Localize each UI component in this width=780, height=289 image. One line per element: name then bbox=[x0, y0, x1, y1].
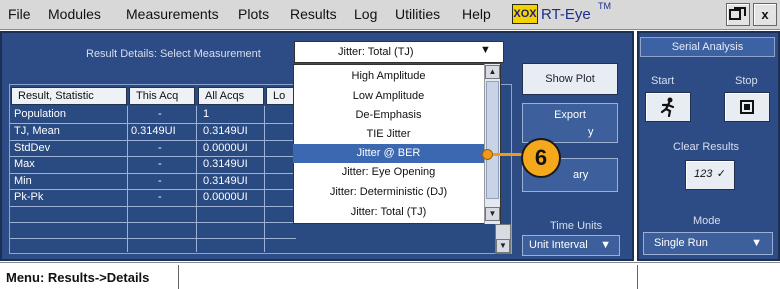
col-header-all-acqs[interactable]: All Acqs bbox=[198, 87, 264, 105]
menu-log[interactable]: Log bbox=[354, 6, 377, 22]
dropdown-option[interactable]: Jitter: Deterministic (DJ) bbox=[293, 183, 484, 202]
row-divider bbox=[10, 206, 296, 207]
clear-results-icon: 123 bbox=[693, 168, 713, 180]
menu-plots[interactable]: Plots bbox=[238, 6, 269, 22]
show-plot-button[interactable]: Show Plot bbox=[522, 63, 618, 95]
table-cell-all-acqs: 0.0000UI bbox=[203, 191, 248, 203]
status-text: Menu: Results->Details bbox=[6, 270, 150, 285]
menu-measurements[interactable]: Measurements bbox=[126, 6, 219, 22]
app-name: RT-Eye bbox=[541, 6, 591, 23]
restore-icon bbox=[729, 7, 746, 20]
stop-icon bbox=[740, 100, 754, 114]
table-cell-statistic: TJ, Mean bbox=[14, 125, 60, 137]
chevron-down-icon: ▼ bbox=[751, 237, 762, 249]
menu-file[interactable]: File bbox=[8, 6, 31, 22]
scroll-down-icon[interactable]: ▼ bbox=[485, 207, 500, 221]
scroll-up-icon[interactable]: ▲ bbox=[485, 65, 500, 79]
stop-button[interactable] bbox=[724, 92, 770, 122]
table-cell-this-acq: - bbox=[158, 108, 162, 120]
serial-analysis-title: Serial Analysis bbox=[640, 37, 775, 57]
export-label-partial: y bbox=[588, 126, 594, 138]
dropdown-option[interactable]: Jitter: Eye Opening bbox=[293, 163, 484, 182]
clear-results-button[interactable]: 123 ✓ bbox=[685, 160, 735, 190]
table-cell-this-acq: - bbox=[158, 175, 162, 187]
result-details-label: Result Details: Select Measurement bbox=[86, 48, 261, 60]
table-cell-this-acq: - bbox=[158, 142, 162, 154]
row-divider bbox=[10, 222, 296, 223]
callout-dot bbox=[482, 149, 493, 160]
menu-modules[interactable]: Modules bbox=[48, 6, 101, 22]
menu-utilities[interactable]: Utilities bbox=[395, 6, 440, 22]
col-header-low[interactable]: Lo bbox=[266, 87, 294, 105]
row-divider bbox=[10, 156, 296, 157]
close-icon: x bbox=[761, 7, 769, 22]
dropdown-option[interactable]: High Amplitude bbox=[293, 67, 484, 86]
col-header-result[interactable]: Result, Statistic bbox=[11, 87, 127, 105]
measurement-select[interactable]: Jitter: Total (TJ) bbox=[294, 41, 504, 63]
mode-select[interactable]: Single Run ▼ bbox=[643, 232, 773, 255]
clear-results-label: Clear Results bbox=[673, 141, 740, 153]
table-cell-all-acqs: 0.3149UI bbox=[203, 175, 248, 187]
table-cell-statistic: Pk-Pk bbox=[14, 191, 44, 203]
start-button[interactable] bbox=[645, 92, 691, 122]
trademark-mark: TM bbox=[598, 1, 611, 11]
dropdown-option[interactable]: Jitter: Total (TJ) bbox=[293, 203, 484, 222]
row-divider bbox=[10, 140, 296, 141]
column-divider bbox=[196, 106, 197, 252]
table-cell-all-acqs: 0.0000UI bbox=[203, 142, 248, 154]
table-cell-statistic: Population bbox=[14, 108, 66, 120]
table-cell-statistic: Min bbox=[14, 175, 32, 187]
callout-number: 6 bbox=[521, 138, 561, 178]
dropdown-option-selected[interactable]: Jitter @ BER bbox=[293, 144, 484, 163]
dropdown-option[interactable]: Low Amplitude bbox=[293, 87, 484, 106]
table-cell-statistic: Max bbox=[14, 158, 35, 170]
running-person-icon bbox=[660, 97, 675, 118]
close-window-button[interactable]: x bbox=[753, 3, 777, 26]
chevron-down-icon: ▼ bbox=[600, 239, 611, 251]
menu-help[interactable]: Help bbox=[462, 6, 491, 22]
start-label: Start bbox=[651, 75, 675, 87]
row-divider bbox=[10, 238, 296, 239]
dropdown-option[interactable]: TIE Jitter bbox=[293, 125, 484, 144]
row-divider bbox=[10, 173, 296, 174]
tektronix-logo: XOX bbox=[512, 4, 538, 24]
table-cell-all-acqs: 0.3149UI bbox=[203, 125, 248, 137]
column-divider bbox=[264, 106, 265, 252]
time-units-select[interactable]: Unit Interval ▼ bbox=[522, 235, 620, 256]
table-cell-this-acq: - bbox=[158, 191, 162, 203]
column-divider bbox=[127, 106, 128, 252]
export-label: Export bbox=[554, 109, 586, 121]
mode-label: Mode bbox=[693, 215, 721, 227]
table-cell-all-acqs: 1 bbox=[203, 108, 210, 120]
eraser-icon: ✓ bbox=[716, 168, 727, 180]
row-divider bbox=[10, 189, 296, 190]
export-button[interactable]: Export bbox=[522, 103, 618, 143]
dropdown-arrow-icon[interactable]: ▼ bbox=[480, 44, 491, 56]
status-divider bbox=[178, 265, 179, 289]
stop-label: Stop bbox=[735, 75, 758, 87]
time-units-label: Time Units bbox=[550, 220, 603, 232]
table-cell-this-acq: 0.3149UI bbox=[131, 125, 176, 137]
menu-results[interactable]: Results bbox=[290, 6, 337, 22]
table-cell-statistic: StdDev bbox=[14, 142, 51, 154]
table-scrollbar[interactable]: ▼ bbox=[495, 224, 511, 254]
mode-value: Single Run bbox=[654, 237, 708, 249]
table-cell-all-acqs: 0.3149UI bbox=[203, 158, 248, 170]
scrollbar-thumb[interactable] bbox=[486, 81, 499, 199]
dropdown-option[interactable]: De-Emphasis bbox=[293, 106, 484, 125]
restore-window-button[interactable] bbox=[726, 3, 750, 26]
table-cell-this-acq: - bbox=[158, 158, 162, 170]
menu-bar bbox=[0, 0, 780, 30]
time-units-value: Unit Interval bbox=[529, 239, 588, 251]
status-divider bbox=[637, 265, 638, 289]
scroll-down-icon[interactable]: ▼ bbox=[496, 239, 510, 253]
col-header-this-acq[interactable]: This Acq bbox=[129, 87, 195, 105]
